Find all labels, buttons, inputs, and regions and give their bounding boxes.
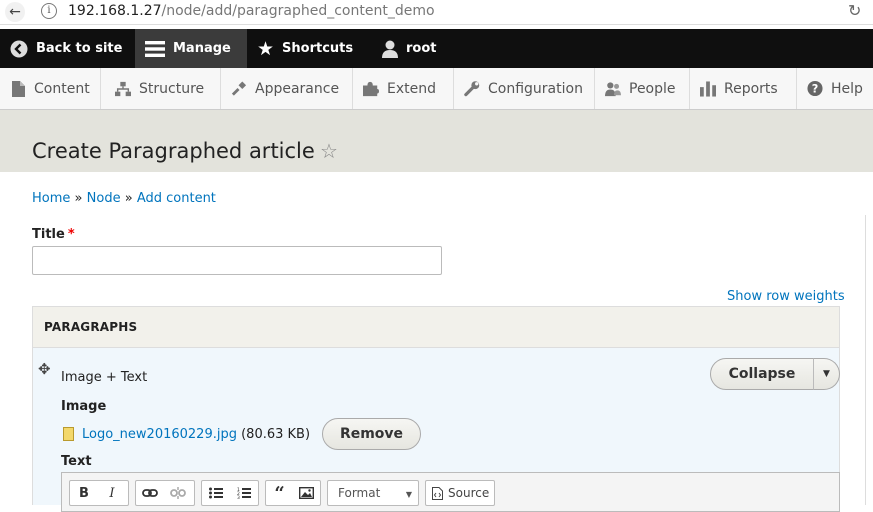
title-label: Title * bbox=[32, 227, 75, 242]
bulleted-list-icon[interactable] bbox=[202, 481, 230, 505]
svg-text:3: 3 bbox=[237, 495, 240, 499]
people-icon bbox=[605, 81, 621, 97]
remove-button[interactable]: Remove bbox=[322, 418, 421, 450]
paint-icon bbox=[231, 80, 247, 97]
tray-item-label: Structure bbox=[139, 80, 205, 97]
image-icon[interactable] bbox=[293, 481, 320, 505]
file-icon bbox=[10, 80, 26, 97]
source-icon bbox=[432, 486, 443, 500]
caret-down-icon: ▼ bbox=[405, 490, 412, 499]
breadcrumb-home[interactable]: Home bbox=[32, 191, 70, 206]
bold-icon[interactable]: B bbox=[70, 481, 98, 505]
title-label-text: Title bbox=[32, 227, 65, 242]
tray-item-appearance[interactable]: Appearance bbox=[221, 68, 353, 109]
tray-item-label: Configuration bbox=[488, 80, 583, 97]
image-label: Image bbox=[61, 399, 107, 414]
paragraphs-header bbox=[32, 306, 840, 348]
question-icon: ? bbox=[807, 80, 823, 97]
user-icon bbox=[382, 40, 398, 58]
numbered-list-icon[interactable]: 123 bbox=[230, 481, 258, 505]
drag-handle-icon[interactable]: ✥ bbox=[38, 360, 51, 378]
shortcuts-tab[interactable]: ★ Shortcuts bbox=[247, 29, 365, 68]
format-button-group: B I bbox=[69, 480, 129, 506]
source-button[interactable]: Source bbox=[425, 480, 495, 506]
paragraph-type-label: Image + Text bbox=[61, 370, 148, 385]
unlink-icon[interactable] bbox=[164, 481, 192, 505]
link-button-group bbox=[135, 480, 195, 506]
tray-item-structure[interactable]: Structure bbox=[105, 68, 221, 109]
list-button-group: 123 bbox=[201, 480, 259, 506]
user-tab[interactable]: root bbox=[372, 29, 452, 68]
breadcrumb-separator: » bbox=[124, 191, 133, 206]
browser-back-button[interactable]: ← bbox=[5, 2, 25, 22]
back-to-site-link[interactable]: Back to site bbox=[0, 29, 134, 68]
tray-item-label: Content bbox=[34, 80, 90, 97]
menu-icon bbox=[145, 40, 165, 57]
url-field[interactable]: 192.168.1.27/node/add/paragraphed_conten… bbox=[68, 3, 435, 19]
url-path: /node/add/paragraphed_content_demo bbox=[161, 3, 435, 19]
breadcrumb-add-content[interactable]: Add content bbox=[137, 191, 216, 206]
shortcut-star-icon[interactable]: ☆ bbox=[320, 139, 338, 163]
required-marker: * bbox=[67, 227, 75, 242]
caret-down-icon: ▼ bbox=[823, 369, 830, 379]
format-dropdown[interactable]: Format ▼ bbox=[327, 480, 419, 506]
collapse-button[interactable]: Collapse bbox=[710, 358, 814, 390]
tray-item-reports[interactable]: Reports bbox=[690, 68, 797, 109]
media-button-group: “ bbox=[265, 480, 321, 506]
url-host: 192.168.1.27 bbox=[68, 3, 162, 19]
user-label: root bbox=[406, 41, 437, 56]
svg-text:?: ? bbox=[812, 83, 819, 96]
tray-item-content[interactable]: Content bbox=[0, 68, 101, 109]
sitemap-icon bbox=[115, 81, 131, 97]
title-input[interactable] bbox=[32, 246, 442, 275]
star-icon: ★ bbox=[257, 37, 275, 60]
info-icon[interactable]: i bbox=[41, 3, 57, 19]
back-to-site-label: Back to site bbox=[36, 41, 123, 56]
tray-item-label: Help bbox=[831, 80, 863, 97]
shortcuts-label: Shortcuts bbox=[282, 41, 354, 56]
bar-chart-icon bbox=[700, 80, 716, 97]
file-info: Logo_new20160229.jpg (80.63 KB) bbox=[82, 427, 310, 442]
manage-tab[interactable]: Manage bbox=[135, 29, 247, 68]
tray-item-label: People bbox=[629, 80, 676, 97]
manage-label: Manage bbox=[173, 41, 231, 56]
admin-tray: Content Structure Appearance Extend Conf… bbox=[0, 68, 873, 110]
source-label: Source bbox=[448, 486, 490, 500]
tray-item-extend[interactable]: Extend bbox=[353, 68, 454, 109]
show-row-weights-link[interactable]: Show row weights bbox=[727, 289, 845, 304]
wrench-icon bbox=[464, 80, 480, 97]
tray-item-people[interactable]: People bbox=[595, 68, 690, 109]
image-file-icon bbox=[63, 427, 74, 441]
tray-item-help[interactable]: ? Help bbox=[797, 68, 873, 109]
arrow-left-icon: ← bbox=[9, 4, 21, 20]
breadcrumb-node[interactable]: Node bbox=[87, 191, 121, 206]
file-link[interactable]: Logo_new20160229.jpg bbox=[82, 427, 237, 442]
italic-icon[interactable]: I bbox=[98, 481, 126, 505]
tray-item-label: Extend bbox=[387, 80, 436, 97]
tray-item-label: Reports bbox=[724, 80, 778, 97]
file-size: (80.63 KB) bbox=[241, 427, 311, 442]
puzzle-icon bbox=[363, 81, 379, 97]
tray-item-configuration[interactable]: Configuration bbox=[454, 68, 595, 109]
format-label: Format bbox=[338, 486, 381, 500]
breadcrumb-separator: » bbox=[74, 191, 83, 206]
blockquote-icon[interactable]: “ bbox=[266, 481, 293, 505]
page-title: Create Paragraphed article bbox=[32, 139, 315, 163]
reload-icon[interactable]: ↻ bbox=[848, 1, 861, 20]
admin-toolbar: Back to site Manage ★ Shortcuts root bbox=[0, 29, 873, 68]
breadcrumb: Home » Node » Add content bbox=[32, 191, 216, 206]
link-icon[interactable] bbox=[136, 481, 164, 505]
right-panel-edge bbox=[865, 215, 873, 505]
tray-item-label: Appearance bbox=[255, 80, 340, 97]
back-circle-icon bbox=[10, 40, 28, 58]
paragraphs-label: PARAGRAPHS bbox=[44, 320, 138, 334]
text-label: Text bbox=[61, 454, 92, 469]
